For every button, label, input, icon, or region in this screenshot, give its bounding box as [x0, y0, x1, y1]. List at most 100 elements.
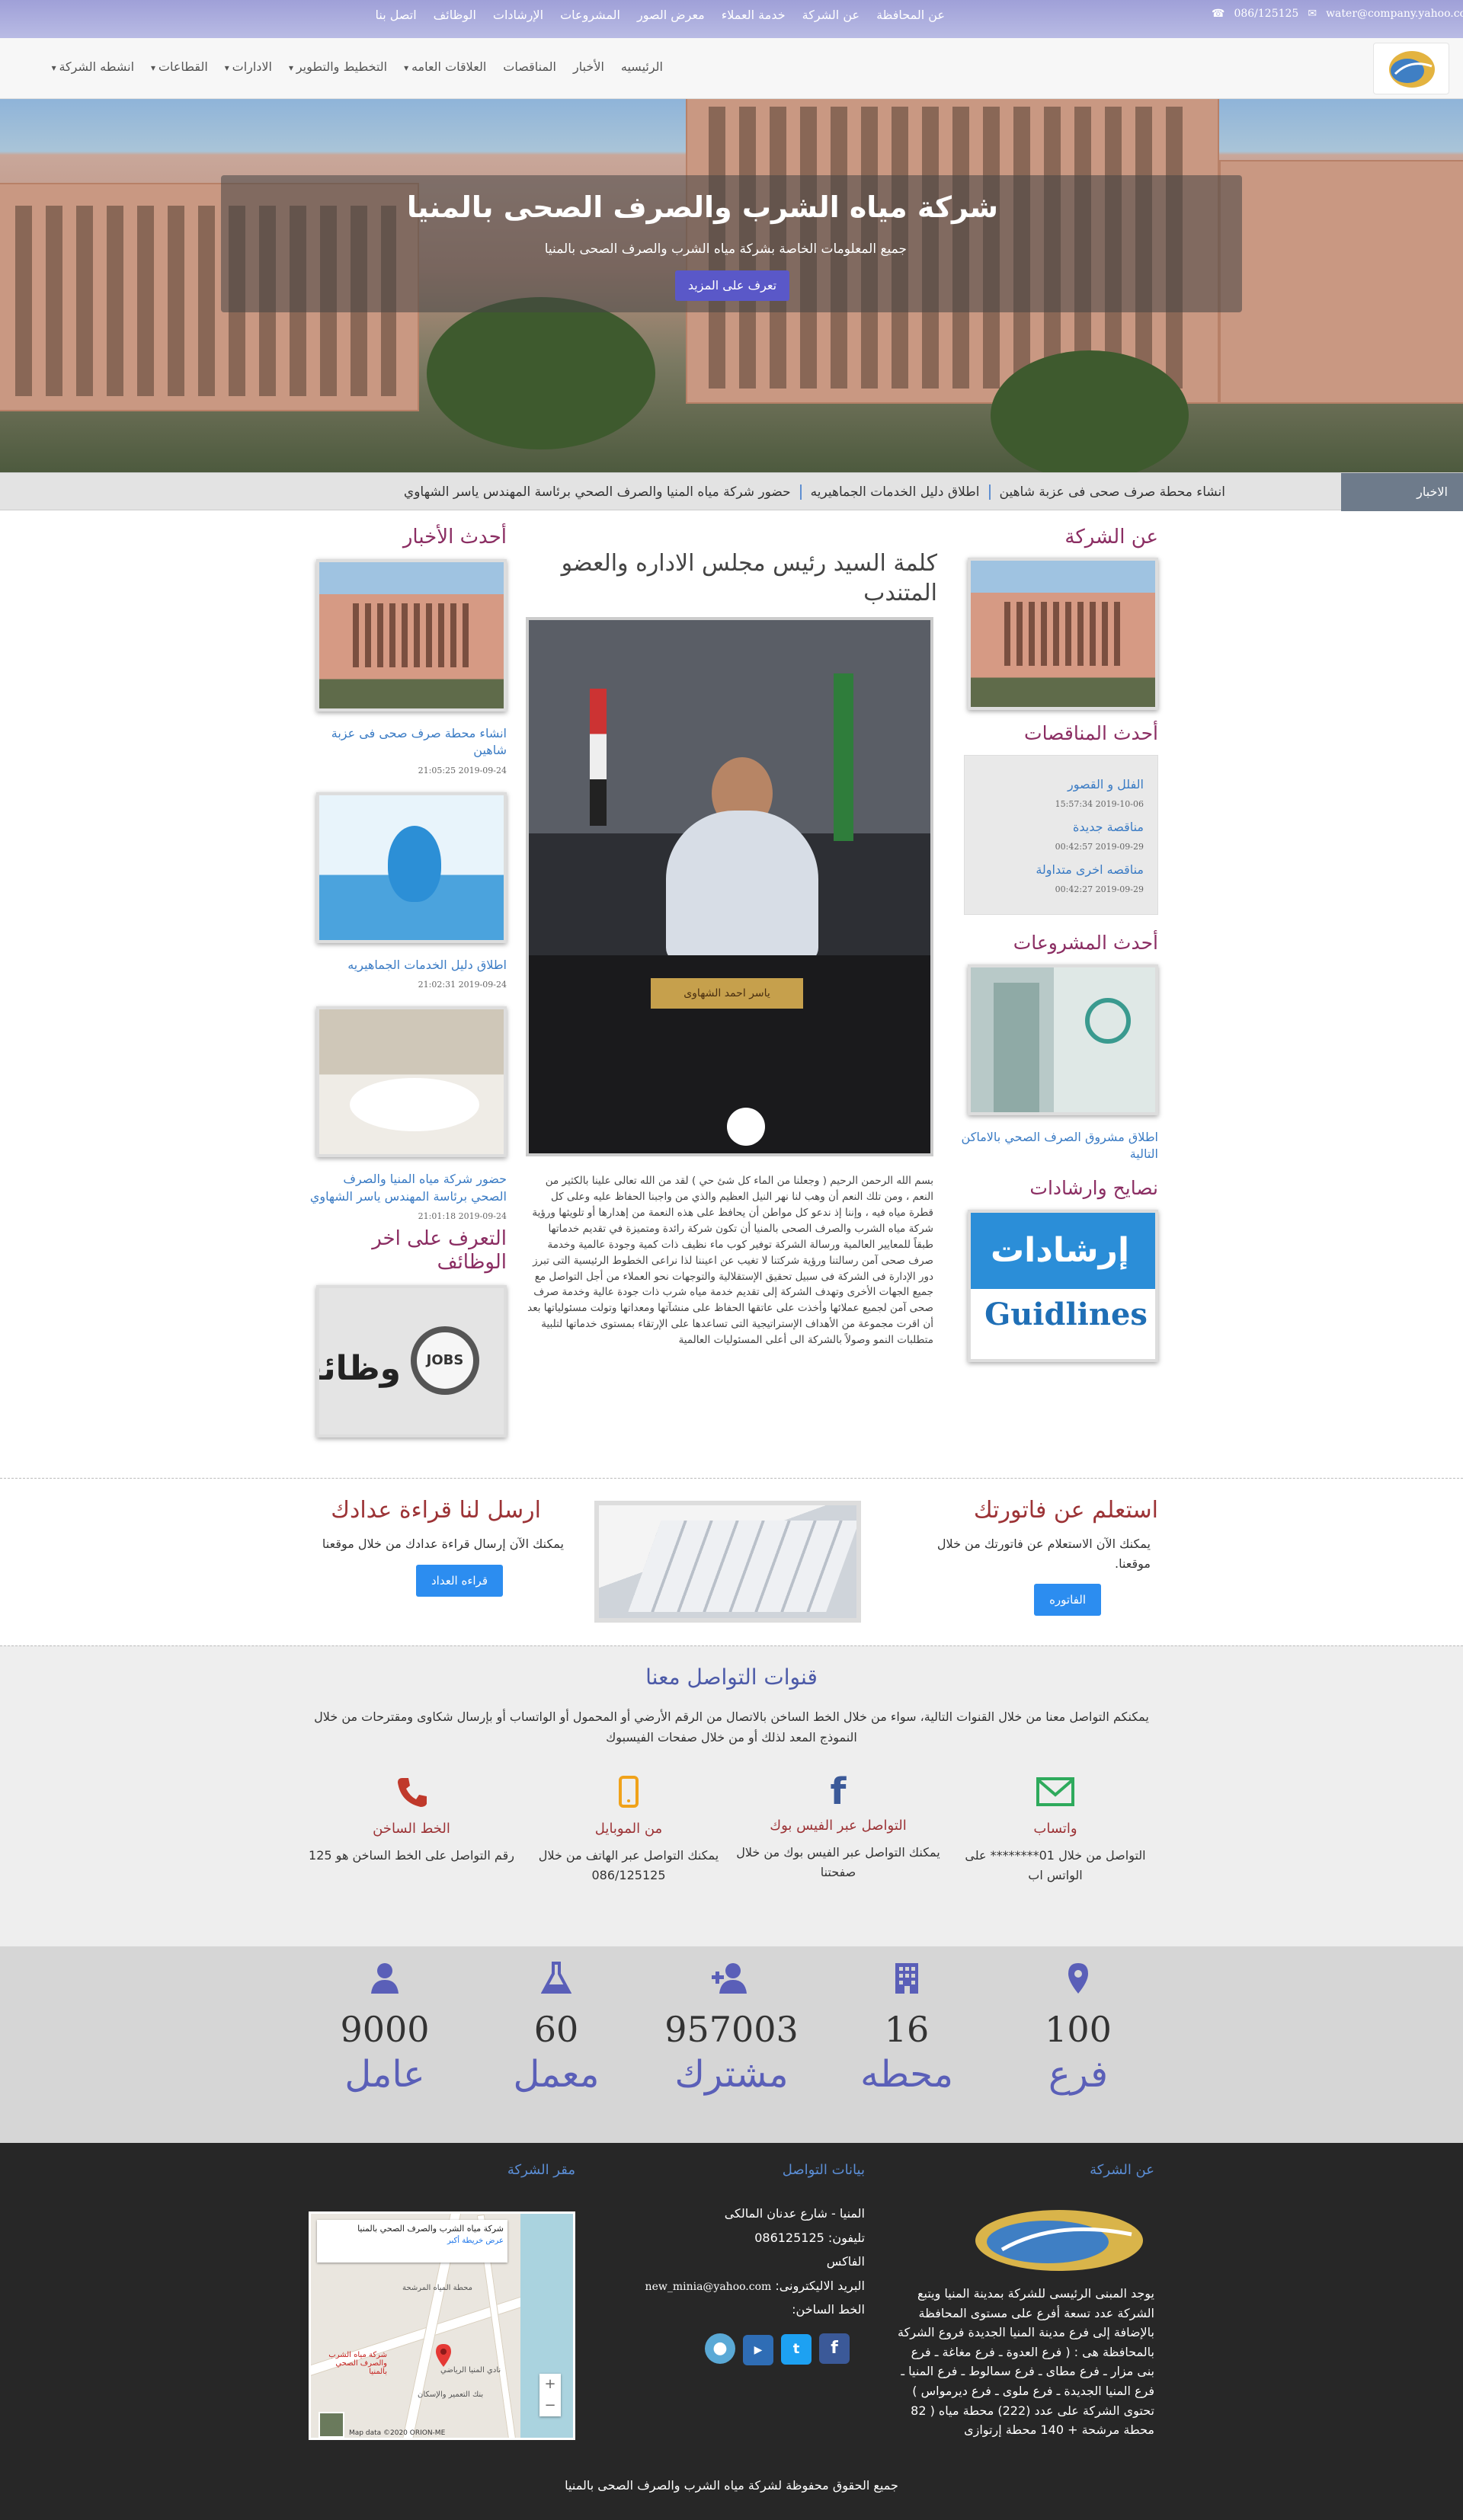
section-divider — [0, 1645, 1463, 1646]
map-zoom-controls[interactable]: + − — [539, 2374, 561, 2416]
nav-activities[interactable]: انشطه الشركة — [52, 59, 134, 74]
map-info-card: شركة مياه الشرب والصرف الصحي بالمنيا عرض… — [317, 2220, 507, 2263]
footer-email[interactable]: new_minia@yahoo.com — [645, 2281, 772, 2293]
company-map[interactable]: شركة مياه الشرب والصرف الصحي بالمنيا عرض… — [309, 2211, 575, 2440]
news-link[interactable]: اطلاق دليل الخدمات الجماهيريه — [309, 957, 507, 974]
channel-text: يمكنك التواصل عبر الهاتف من خلال 086/125… — [538, 1848, 719, 1882]
stat-number: 957003 — [664, 2009, 799, 2050]
chairman-title: كلمة السيد رئيس مجلس الاداره والعضو المت… — [561, 550, 937, 606]
channel-text: التواصل من خلال 01******** على الواتس اب — [965, 1848, 1146, 1882]
top-link[interactable]: عن الشركة — [802, 8, 860, 22]
nav-planning[interactable]: التخطيط والتطوير — [289, 59, 387, 74]
building-icon — [838, 1962, 975, 2000]
ticker-item[interactable]: اطلاق دليل الخدمات الجماهيريه — [799, 484, 989, 500]
guidelines-image[interactable]: إرشادات Guidlines — [968, 1209, 1158, 1362]
social-links: ft ▶ ● — [602, 2333, 850, 2365]
stat-stations: 16 محطه — [838, 1946, 975, 2096]
nav-news[interactable]: الأخبار — [573, 59, 604, 74]
chairman-message: بسم الله الرحمن الرحيم ( وجعلنا من الماء… — [527, 1175, 933, 1347]
egypt-flag — [590, 689, 607, 826]
news-link[interactable]: انشاء محطة صرف صحى فى عزبة شاهين — [309, 725, 507, 760]
ticker-label: الاخبار — [1341, 473, 1463, 511]
bill-button[interactable]: الفاتوره — [1034, 1584, 1101, 1617]
tender-link[interactable]: الفلل و القصور — [978, 777, 1144, 791]
chairman-photo[interactable]: ياسر احمد الشهاوى — [526, 617, 933, 1156]
channel-text: يمكنك التواصل عبر الفيس بوك من خلال صفحت… — [736, 1845, 940, 1879]
user-plus-icon — [663, 1962, 800, 2000]
map-larger-link[interactable]: عرض خريطة أكبر — [321, 2237, 504, 2245]
person-body — [666, 811, 818, 963]
top-links: عن المحافظة عن الشركة خدمة العملاء معرض … — [376, 8, 945, 22]
map-pin-label: شركة مياه الشرب والصرف الصحي بالمنيا — [328, 2351, 387, 2376]
nav-tenders[interactable]: المناقصات — [503, 59, 556, 74]
main-nav: الرئيسيه الأخبار المناقصات العلاقات العا… — [0, 38, 1463, 99]
contact-title: قنوات التواصل معنا — [645, 1665, 818, 1690]
map-credit: Map data ©2020 ORION-ME — [349, 2429, 446, 2437]
project-image[interactable] — [968, 964, 1158, 1115]
stat-number: 60 — [533, 2009, 579, 2050]
learn-more-button[interactable]: تعرف على المزيد — [675, 270, 789, 301]
channel-title: التواصل عبر الفيس بوك — [770, 1818, 907, 1834]
section-divider — [0, 1478, 1463, 1479]
chairman-section: كلمة السيد رئيس مجلس الاداره والعضو المت… — [526, 548, 937, 1346]
news-image[interactable] — [316, 559, 507, 712]
tender-date: 2019-09-29 00:42:27 — [1055, 884, 1144, 894]
twitter-icon[interactable]: t — [781, 2333, 812, 2365]
jobs-title: التعرف على اخر الوظائف — [372, 1226, 507, 1274]
magnifier-icon: JOBS — [411, 1326, 479, 1396]
footer-about-title: عن الشركة — [1090, 2162, 1154, 2178]
map-place: بنك التعمير والإسكان — [418, 2390, 484, 2399]
top-link[interactable]: اتصل بنا — [376, 8, 417, 22]
stat-label: عامل — [344, 2053, 425, 2096]
project-link[interactable]: اطلاق مشروق الصرف الصحي بالاماكن التالية — [952, 1129, 1158, 1163]
jobs-image[interactable]: وظائف JOBS — [316, 1285, 507, 1438]
nav-public-relations[interactable]: العلاقات العامه — [404, 59, 486, 74]
meter-button[interactable]: قراءه العداد — [416, 1564, 503, 1597]
about-image[interactable] — [968, 558, 1158, 710]
youtube-icon[interactable]: ▶ — [743, 2334, 773, 2365]
ticker-item[interactable]: انشاء محطة صرف صحى فى عزبة شاهين — [988, 484, 1235, 500]
channel-facebook[interactable]: f التواصل عبر الفيس بوك يمكنك التواصل عب… — [735, 1773, 941, 1882]
about-title: عن الشركة — [1064, 526, 1158, 548]
top-link[interactable]: خدمة العملاء — [722, 8, 786, 22]
nav-sectors[interactable]: القطاعات — [151, 59, 208, 74]
footer-contact-info: المنيا - شارع عدنان المالكى تليفون: 0861… — [602, 2204, 865, 2365]
tree — [427, 297, 655, 449]
top-link[interactable]: المشروعات — [560, 8, 620, 22]
stat-branches: 100 فرع — [1010, 1946, 1147, 2096]
stat-label: معمل — [513, 2053, 600, 2096]
app-icon[interactable]: ● — [705, 2333, 735, 2364]
map-satellite-toggle[interactable] — [319, 2412, 344, 2438]
company-logo[interactable] — [1373, 43, 1449, 94]
logo-icon — [975, 2210, 1143, 2271]
tender-link[interactable]: مناقصة جديدة — [978, 820, 1144, 834]
ticker-item[interactable]: حضور شركة مياه المنيا والصرف الصحي برئاس… — [395, 484, 800, 500]
map-marker-icon — [1010, 1962, 1147, 2000]
nav-departments[interactable]: الادارات — [225, 59, 272, 74]
channel-hotline[interactable]: الخط الساخن رقم التواصل على الخط الساخن … — [309, 1775, 514, 1866]
calculator-image — [594, 1501, 861, 1623]
top-link[interactable]: معرض الصور — [637, 8, 705, 22]
top-link[interactable]: عن المحافظة — [876, 8, 945, 22]
footer-fax-label: الفاكس — [826, 2254, 865, 2269]
news-image[interactable] — [316, 791, 507, 943]
top-link[interactable]: الوظائف — [434, 8, 476, 22]
logo-badge — [727, 1108, 765, 1146]
top-link[interactable]: الإرشادات — [493, 8, 543, 22]
channel-whatsapp[interactable]: واتساب التواصل من خلال 01******** على ال… — [952, 1775, 1158, 1885]
news-title: أحدث الأخبار — [402, 526, 507, 548]
facebook-icon[interactable]: f — [819, 2333, 850, 2364]
news-link[interactable]: حضور شركة مياه المنيا والصرف الصحي برئاس… — [309, 1171, 507, 1205]
news-image[interactable] — [316, 1006, 507, 1158]
projects-title: أحدث المشروعات — [1013, 932, 1158, 954]
stat-label: مشترك — [674, 2053, 789, 2096]
meter-text: يمكنك الآن إرسال قراءة عدادك من خلال موق… — [322, 1537, 564, 1551]
tender-link[interactable]: مناقصه اخرى متداولة — [978, 862, 1144, 877]
corridor-wall — [994, 983, 1039, 1112]
stat-subscribers: 957003 مشترك — [663, 1946, 800, 2096]
nav-home[interactable]: الرئيسيه — [621, 59, 663, 74]
news-date: 2019-09-24 21:05:25 — [418, 765, 507, 776]
bill-text: يمكنك الآن الاستعلام عن فاتورتك من خلال … — [936, 1537, 1151, 1571]
top-email[interactable]: water@company.yahoo.com — [1326, 8, 1463, 20]
channel-mobile[interactable]: من الموبايل يمكنك التواصل عبر الهاتف من … — [526, 1775, 732, 1885]
